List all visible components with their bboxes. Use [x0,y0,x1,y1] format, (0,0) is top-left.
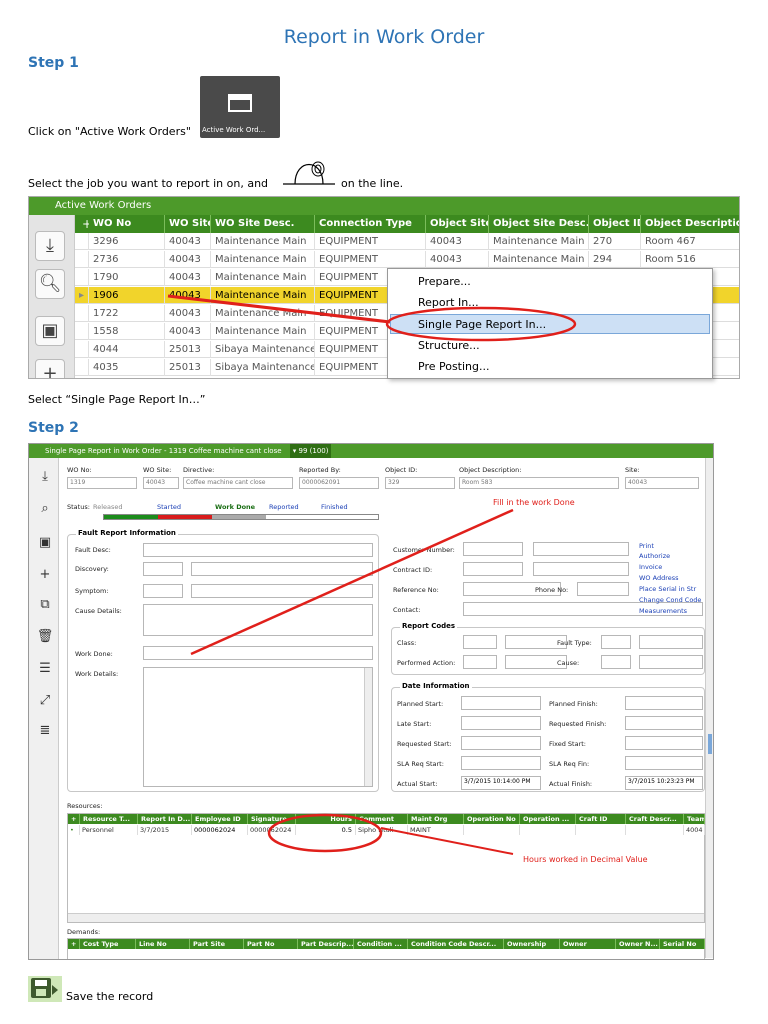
step1-annotations [167,294,577,342]
floppy-save-icon [31,978,51,998]
step2-heading: Step 2 [28,420,79,436]
step2-annotations [190,508,514,855]
save-record-button[interactable] [28,976,62,1002]
save-record-text: Save the record [66,990,154,1003]
single-page-report-window: Single Page Report in Work Order - 1319 … [28,443,714,960]
save-arrow-icon [52,985,58,995]
select-single-instruction: Select “Single Page Report In…” [28,393,206,406]
